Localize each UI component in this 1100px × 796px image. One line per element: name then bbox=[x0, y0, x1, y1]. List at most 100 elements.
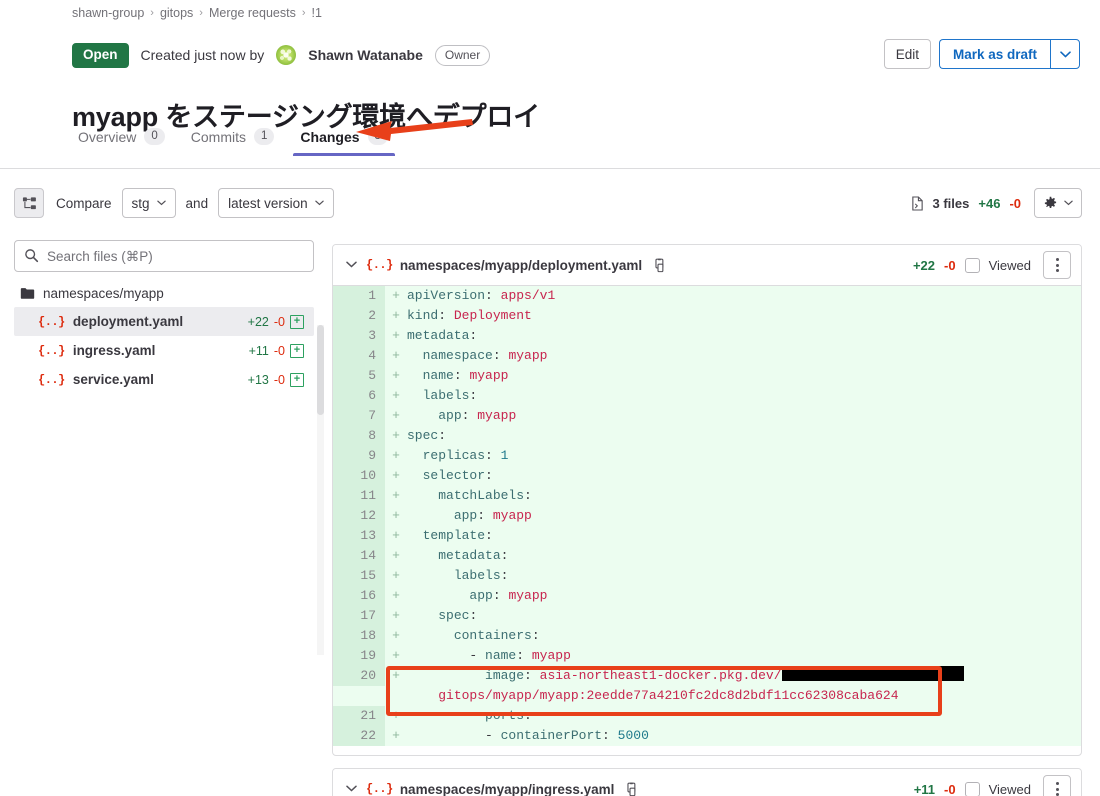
yaml-file-icon: {..} bbox=[38, 372, 65, 387]
diff-additions: +22 bbox=[912, 257, 936, 273]
diff-options-menu-button[interactable] bbox=[1043, 251, 1071, 279]
diff-line-content: app: myapp bbox=[453, 508, 532, 523]
diff-line-sign: + bbox=[385, 466, 407, 486]
diff-line-sign: + bbox=[385, 586, 407, 606]
diff-line: 19 + - name: myapp bbox=[333, 646, 1081, 666]
chevron-down-icon bbox=[156, 200, 166, 206]
breadcrumb-item-project[interactable]: gitops bbox=[160, 6, 193, 20]
diff-line-number[interactable]: 6 bbox=[333, 386, 385, 406]
diff-line-sign: + bbox=[385, 386, 407, 406]
diff-options-menu-button[interactable] bbox=[1043, 775, 1071, 796]
diff-line-number[interactable]: 1 bbox=[333, 286, 385, 306]
diff-settings-button[interactable] bbox=[1034, 188, 1082, 218]
diff-line-number[interactable]: 10 bbox=[333, 466, 385, 486]
diff-line-number[interactable]: 21 bbox=[333, 706, 385, 726]
breadcrumb-item-group[interactable]: shawn-group bbox=[72, 6, 144, 20]
diff-line-number[interactable]: 19 bbox=[333, 646, 385, 666]
source-branch-dropdown[interactable]: stg bbox=[121, 188, 176, 218]
diff-line-content: app: myapp bbox=[469, 588, 548, 603]
tree-file-service-yaml[interactable]: {..} service.yaml +13 -0 + bbox=[14, 365, 314, 394]
merge-request-page: shawn-group › gitops › Merge requests › … bbox=[0, 0, 1100, 796]
diff-line: 14 + metadata: bbox=[333, 546, 1081, 566]
diff-filename[interactable]: namespaces/myapp/deployment.yaml bbox=[400, 258, 642, 273]
diff-line-content: labels: bbox=[453, 568, 509, 583]
diff-line-sign: + bbox=[385, 406, 407, 426]
diff-deletions: -0 bbox=[944, 257, 956, 273]
diff-line: 15 + labels: bbox=[333, 566, 1081, 586]
diff-line-number[interactable]: 20 bbox=[333, 666, 385, 686]
diff-line-content: metadata: bbox=[438, 548, 509, 563]
file-added-icon: + bbox=[290, 343, 304, 358]
folder-icon bbox=[20, 288, 35, 299]
file-tree-toggle-icon[interactable] bbox=[14, 188, 44, 218]
viewed-checkbox[interactable] bbox=[964, 257, 980, 273]
diff-line-number[interactable]: 3 bbox=[333, 326, 385, 346]
diff-line-number[interactable]: 12 bbox=[333, 506, 385, 526]
copy-path-icon[interactable] bbox=[653, 258, 666, 273]
viewed-label: Viewed bbox=[988, 781, 1031, 796]
file-tree-scrollbar-thumb[interactable] bbox=[317, 325, 324, 415]
diff-line-content: spec: bbox=[438, 608, 478, 623]
diff-line-number[interactable]: 9 bbox=[333, 446, 385, 466]
diff-line: 17 + spec: bbox=[333, 606, 1081, 626]
tab-changes[interactable]: Changes 3 bbox=[287, 128, 401, 157]
diff-line-content: ports: bbox=[485, 708, 532, 723]
diff-card-deployment-yaml: {..} namespaces/myapp/deployment.yaml +2… bbox=[332, 244, 1082, 756]
diff-line: 18 + containers: bbox=[333, 626, 1081, 646]
breadcrumb-separator: › bbox=[301, 7, 306, 19]
diff-line-number[interactable]: 14 bbox=[333, 546, 385, 566]
diff-line-number[interactable]: 16 bbox=[333, 586, 385, 606]
diff-line: 20 + image: asia-northeast1-docker.pkg.de… bbox=[333, 666, 1081, 706]
diff-line-number[interactable]: 7 bbox=[333, 406, 385, 426]
diff-line-sign: + bbox=[385, 666, 407, 686]
viewed-checkbox[interactable] bbox=[964, 781, 980, 796]
diff-line-number[interactable]: 17 bbox=[333, 606, 385, 626]
diff-line-number[interactable]: 15 bbox=[333, 566, 385, 586]
target-version-value: latest version bbox=[228, 195, 308, 211]
tree-file-deletions: -0 bbox=[273, 314, 285, 329]
diff-line: 22 + - containerPort: 5000 bbox=[333, 726, 1081, 746]
diff-filename[interactable]: namespaces/myapp/ingress.yaml bbox=[400, 782, 615, 796]
viewed-label: Viewed bbox=[988, 257, 1031, 273]
diff-line-content: spec: bbox=[407, 428, 447, 443]
breadcrumb-item-merge-requests[interactable]: Merge requests bbox=[209, 6, 296, 20]
tabs-divider bbox=[0, 168, 1100, 169]
tree-file-ingress-yaml[interactable]: {..} ingress.yaml +11 -0 + bbox=[14, 336, 314, 365]
copy-path-icon[interactable] bbox=[625, 782, 638, 796]
tree-file-deletions: -0 bbox=[273, 343, 285, 358]
tree-folder-namespaces-myapp[interactable]: namespaces/myapp bbox=[14, 280, 314, 307]
chevron-down-icon[interactable] bbox=[1050, 39, 1080, 69]
diff-line-sign: + bbox=[385, 626, 407, 646]
diff-line-number[interactable]: 22 bbox=[333, 726, 385, 746]
tree-file-deployment-yaml[interactable]: {..} deployment.yaml +22 -0 + bbox=[14, 307, 314, 336]
diff-line-number[interactable]: 4 bbox=[333, 346, 385, 366]
diff-line-number[interactable]: 8 bbox=[333, 426, 385, 446]
mark-as-draft-button[interactable]: Mark as draft bbox=[938, 39, 1050, 69]
diff-line-sign: + bbox=[385, 486, 407, 506]
target-version-dropdown[interactable]: latest version bbox=[218, 188, 334, 218]
diff-line-number[interactable]: 11 bbox=[333, 486, 385, 506]
chevron-down-icon[interactable] bbox=[346, 259, 357, 271]
tab-commits[interactable]: Commits 1 bbox=[178, 128, 288, 156]
tab-overview[interactable]: Overview 0 bbox=[72, 128, 178, 156]
search-input[interactable] bbox=[14, 240, 314, 272]
edit-button[interactable]: Edit bbox=[883, 39, 931, 69]
tree-file-stats: +22 -0 + bbox=[248, 314, 304, 329]
file-icon bbox=[911, 195, 923, 211]
and-label: and bbox=[185, 195, 209, 211]
diff-line-number[interactable]: 5 bbox=[333, 366, 385, 386]
diff-line: 13 + template: bbox=[333, 526, 1081, 546]
source-branch-value: stg bbox=[131, 195, 150, 211]
diff-line: 5 + name: myapp bbox=[333, 366, 1081, 386]
avatar[interactable] bbox=[276, 45, 297, 65]
breadcrumb-item-mr-id[interactable]: !1 bbox=[312, 6, 322, 20]
tab-changes-label: Changes bbox=[300, 128, 360, 145]
diff-line-content: selector: bbox=[422, 468, 493, 483]
author-name[interactable]: Shawn Watanabe bbox=[308, 47, 423, 63]
diff-line-number[interactable]: 2 bbox=[333, 306, 385, 326]
diff-line: 9 + replicas: 1 bbox=[333, 446, 1081, 466]
diff-line-number[interactable]: 13 bbox=[333, 526, 385, 546]
chevron-down-icon[interactable] bbox=[346, 783, 357, 795]
diff-line-number[interactable]: 18 bbox=[333, 626, 385, 646]
tree-file-additions: +13 bbox=[247, 372, 269, 387]
